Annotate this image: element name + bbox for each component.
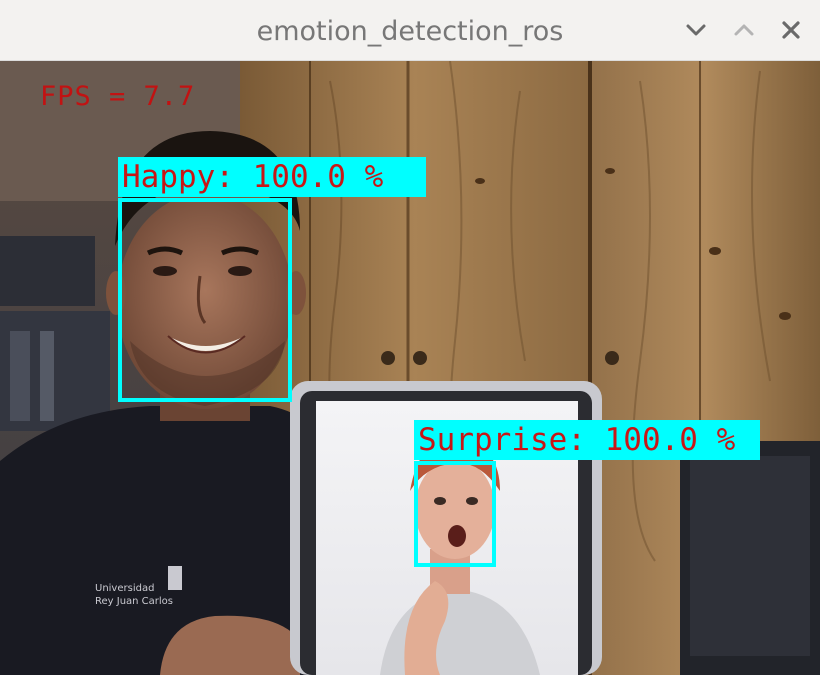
minimize-button[interactable] bbox=[682, 16, 710, 44]
maximize-button[interactable] bbox=[730, 16, 758, 44]
app-window: emotion_detection_ros Universidad Rey Ju… bbox=[0, 0, 820, 675]
svg-text:Rey Juan Carlos: Rey Juan Carlos bbox=[95, 596, 173, 607]
fps-counter: FPS = 7.7 bbox=[40, 81, 196, 112]
label-box-happy: Happy: 100.0 % bbox=[118, 157, 426, 197]
emotion-label-surprise: Surprise: 100.0 % bbox=[418, 422, 736, 458]
title-bar[interactable]: emotion_detection_ros bbox=[0, 0, 820, 61]
face-box-surprise bbox=[414, 461, 496, 567]
emotion-label-happy: Happy: 100.0 % bbox=[122, 159, 384, 195]
chevron-up-icon bbox=[734, 24, 754, 36]
close-button[interactable] bbox=[777, 16, 805, 44]
close-icon bbox=[782, 21, 800, 39]
chevron-down-icon bbox=[686, 24, 706, 36]
face-box-happy bbox=[118, 198, 292, 402]
svg-text:Universidad: Universidad bbox=[95, 583, 154, 594]
label-box-surprise: Surprise: 100.0 % bbox=[414, 420, 760, 460]
camera-feed: Universidad Rey Juan Carlos Happy: 100.0… bbox=[0, 61, 820, 675]
